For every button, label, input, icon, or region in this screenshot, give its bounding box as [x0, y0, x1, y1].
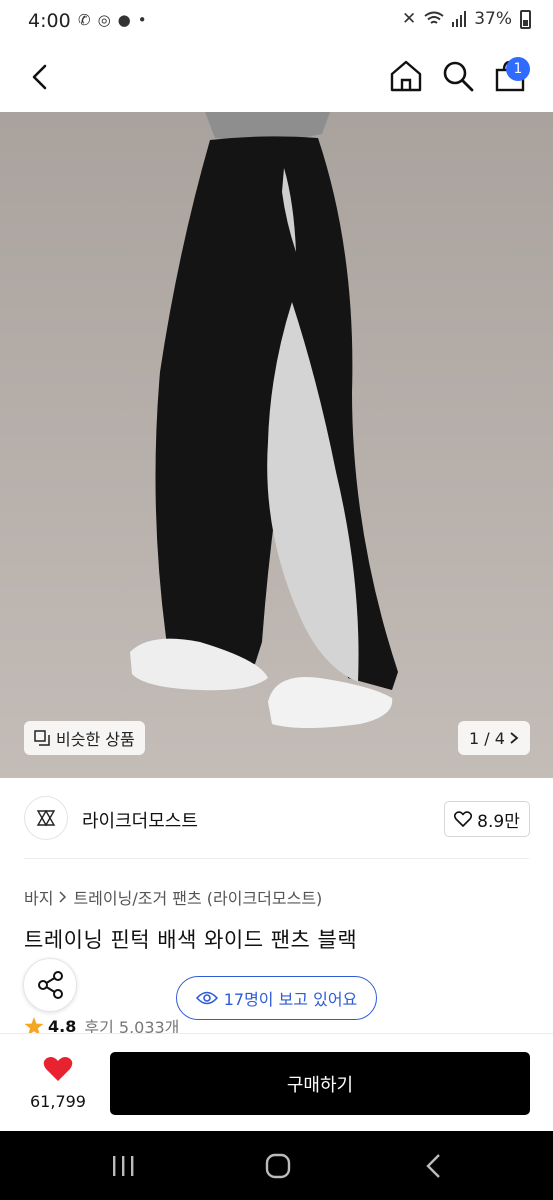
- viewers-indicator: 17명이 보고 있어요: [176, 976, 377, 1020]
- brand-logo-icon: [36, 809, 56, 827]
- eye-icon: [195, 991, 218, 1005]
- brand-name[interactable]: 라이크더모스트: [82, 807, 198, 833]
- similar-icon: [34, 730, 50, 746]
- android-nav-bar: [0, 1131, 553, 1200]
- breadcrumb-category[interactable]: 바지: [24, 885, 53, 909]
- cart-badge: 1: [506, 57, 530, 81]
- share-icon: [38, 971, 63, 999]
- product-photo: [0, 112, 553, 778]
- chevron-right-icon: [510, 732, 519, 744]
- breadcrumb-subcategory[interactable]: 트레이닝/조거 팬츠 (라이크더모스트): [73, 885, 322, 909]
- wifi-icon: [424, 11, 444, 24]
- chat-icon: ●: [117, 11, 131, 29]
- breadcrumb: 바지 트레이닝/조거 팬츠 (라이크더모스트): [24, 885, 322, 909]
- page-counter-text: 1 / 4: [469, 728, 505, 748]
- brand-like-button[interactable]: 8.9만: [444, 801, 530, 837]
- signal-icon: [452, 11, 467, 27]
- dot-icon: •: [137, 11, 147, 29]
- call-icon: ✆: [78, 11, 91, 29]
- status-notification-icons: ✆ ◎ ● •: [78, 11, 147, 29]
- buy-button[interactable]: 구매하기: [110, 1052, 530, 1115]
- battery-icon: [520, 9, 531, 29]
- product-title: 트레이닝 핀턱 배색 와이드 팬츠 블랙: [24, 928, 358, 952]
- viewers-text: 17명이 보고 있어요: [223, 990, 358, 1009]
- status-bar: 4:00 ✆ ◎ ● • ✕ 37%: [0, 0, 553, 42]
- image-page-counter[interactable]: 1 / 4: [458, 721, 530, 755]
- similar-label: 비슷한 상품: [56, 730, 135, 749]
- top-nav: [0, 42, 553, 112]
- wishlist-count: 61,799: [30, 1092, 86, 1111]
- brand-logo[interactable]: [24, 796, 68, 840]
- status-system-icons: ✕ 37%: [402, 9, 531, 29]
- android-back-icon[interactable]: [424, 1153, 444, 1179]
- app-notification-icon: ◎: [97, 11, 111, 29]
- heart-outline-icon: [454, 811, 473, 827]
- battery-percent: 37%: [474, 9, 512, 29]
- search-icon[interactable]: [441, 58, 475, 94]
- brand-like-count: 8.9만: [477, 811, 520, 832]
- recents-icon[interactable]: [110, 1155, 136, 1177]
- status-time: 4:00: [28, 10, 71, 32]
- brand-row: 라이크더모스트 8.9만: [0, 778, 553, 860]
- share-button[interactable]: [23, 958, 77, 1012]
- home-icon[interactable]: [388, 58, 424, 94]
- product-image[interactable]: [0, 112, 553, 778]
- similar-products-button[interactable]: 비슷한 상품: [24, 721, 145, 755]
- heart-filled-icon: [43, 1057, 73, 1081]
- divider: [24, 858, 529, 859]
- bottom-action-bar: 61,799 구매하기: [0, 1033, 553, 1131]
- back-icon[interactable]: [26, 60, 56, 94]
- chevron-right-icon: [59, 891, 67, 903]
- android-home-icon[interactable]: [265, 1153, 291, 1179]
- wishlist-button[interactable]: 61,799: [20, 1052, 96, 1114]
- mute-icon: ✕: [401, 9, 417, 29]
